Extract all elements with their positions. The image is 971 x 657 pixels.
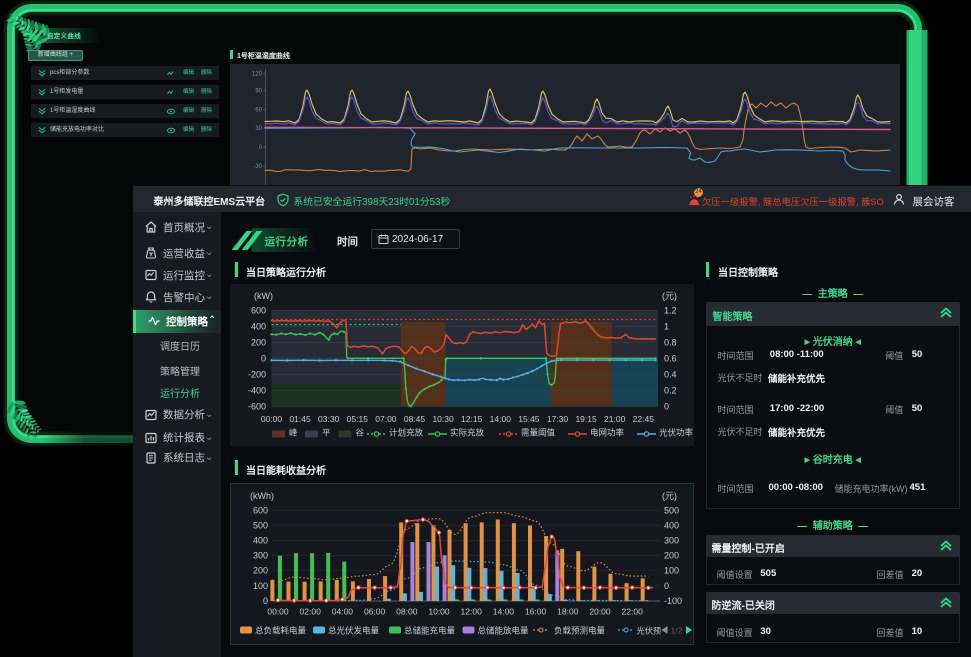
svg-text:总储能放电量: 总储能放电量 xyxy=(478,626,530,636)
svg-text:0.2: 0.2 xyxy=(664,385,677,395)
svg-text:200: 200 xyxy=(664,551,679,561)
svg-text:-200: -200 xyxy=(248,369,266,379)
svg-text:0: 0 xyxy=(261,353,266,363)
svg-text:400: 400 xyxy=(664,520,679,530)
svg-text:500: 500 xyxy=(253,520,268,530)
svg-text:-400: -400 xyxy=(248,385,266,395)
svg-text:计划充放: 计划充放 xyxy=(389,428,424,438)
svg-text:02:00: 02:00 xyxy=(300,607,322,617)
svg-text:200: 200 xyxy=(253,566,268,576)
svg-text:08:00: 08:00 xyxy=(396,607,418,617)
svg-text:500: 500 xyxy=(664,505,679,515)
svg-text:600: 600 xyxy=(253,505,268,515)
svg-text:17:30: 17:30 xyxy=(547,414,569,424)
svg-text:0: 0 xyxy=(664,581,669,591)
svg-text:0: 0 xyxy=(259,145,263,151)
svg-text:平: 平 xyxy=(322,428,331,438)
svg-text:19:15: 19:15 xyxy=(575,414,597,424)
svg-text:14:00: 14:00 xyxy=(493,607,515,617)
svg-text:300: 300 xyxy=(664,536,679,546)
svg-text:1.2: 1.2 xyxy=(664,305,677,315)
svg-text:1/2: 1/2 xyxy=(671,626,683,636)
svg-text:30: 30 xyxy=(255,126,262,132)
svg-text:01:45: 01:45 xyxy=(289,414,311,424)
svg-text:1: 1 xyxy=(664,321,669,331)
svg-text:(元): (元) xyxy=(662,491,677,501)
svg-text:0.6: 0.6 xyxy=(664,353,677,363)
svg-text:400: 400 xyxy=(251,321,266,331)
svg-text:15:45: 15:45 xyxy=(518,414,540,424)
svg-text:谷: 谷 xyxy=(356,428,365,438)
svg-text:90: 90 xyxy=(255,89,262,95)
svg-text:06:00: 06:00 xyxy=(364,607,386,617)
svg-text:(元): (元) xyxy=(662,291,677,301)
svg-text:22:00: 22:00 xyxy=(622,607,644,617)
svg-text:-30: -30 xyxy=(253,164,262,170)
svg-text:总负载耗电量: 总负载耗电量 xyxy=(255,626,307,636)
svg-text:22:45: 22:45 xyxy=(633,414,655,424)
svg-text:600: 600 xyxy=(251,305,266,315)
svg-text:负载预测电量: 负载预测电量 xyxy=(554,626,606,636)
svg-text:07:00: 07:00 xyxy=(375,414,397,424)
svg-text:12:00: 12:00 xyxy=(461,607,483,617)
svg-text:120: 120 xyxy=(252,72,263,78)
svg-text:0: 0 xyxy=(664,401,669,411)
svg-text:05:15: 05:15 xyxy=(347,414,369,424)
svg-text:10:30: 10:30 xyxy=(432,414,454,424)
svg-text:峰: 峰 xyxy=(289,428,298,438)
svg-text:0: 0 xyxy=(263,596,268,606)
svg-text:总光伏发电量: 总光伏发电量 xyxy=(328,626,380,636)
svg-text:(kWh): (kWh) xyxy=(250,491,274,501)
svg-text:200: 200 xyxy=(251,337,266,347)
svg-text:总储能充电量: 总储能充电量 xyxy=(404,626,456,636)
svg-text:光伏预: 光伏预 xyxy=(637,626,662,636)
svg-text:12:15: 12:15 xyxy=(461,414,483,424)
svg-text:21:00: 21:00 xyxy=(604,414,626,424)
svg-text:电网功率: 电网功率 xyxy=(590,428,625,438)
svg-text:100: 100 xyxy=(664,566,679,576)
svg-text:00:00: 00:00 xyxy=(267,607,289,617)
svg-text:实际充放: 实际充放 xyxy=(450,428,485,438)
svg-text:0.4: 0.4 xyxy=(664,369,677,379)
svg-text:光伏功率: 光伏功率 xyxy=(659,428,694,438)
svg-text:16:00: 16:00 xyxy=(525,607,547,617)
svg-text:100: 100 xyxy=(253,581,268,591)
svg-text:0.8: 0.8 xyxy=(664,337,677,347)
svg-text:-600: -600 xyxy=(248,401,266,411)
svg-text:03:30: 03:30 xyxy=(318,414,340,424)
svg-text:400: 400 xyxy=(253,536,268,546)
svg-text:18:00: 18:00 xyxy=(557,607,579,617)
svg-text:60: 60 xyxy=(255,108,262,114)
svg-text:300: 300 xyxy=(253,551,268,561)
svg-text:04:00: 04:00 xyxy=(332,607,354,617)
svg-text:10:00: 10:00 xyxy=(428,607,450,617)
svg-text:-100: -100 xyxy=(664,596,682,606)
svg-text:需量阈值: 需量阈值 xyxy=(521,428,556,438)
svg-text:00:00: 00:00 xyxy=(261,414,283,424)
svg-text:14:00: 14:00 xyxy=(490,414,512,424)
svg-text:(kW): (kW) xyxy=(254,291,273,301)
svg-text:20:00: 20:00 xyxy=(589,607,611,617)
svg-text:08:45: 08:45 xyxy=(404,414,426,424)
